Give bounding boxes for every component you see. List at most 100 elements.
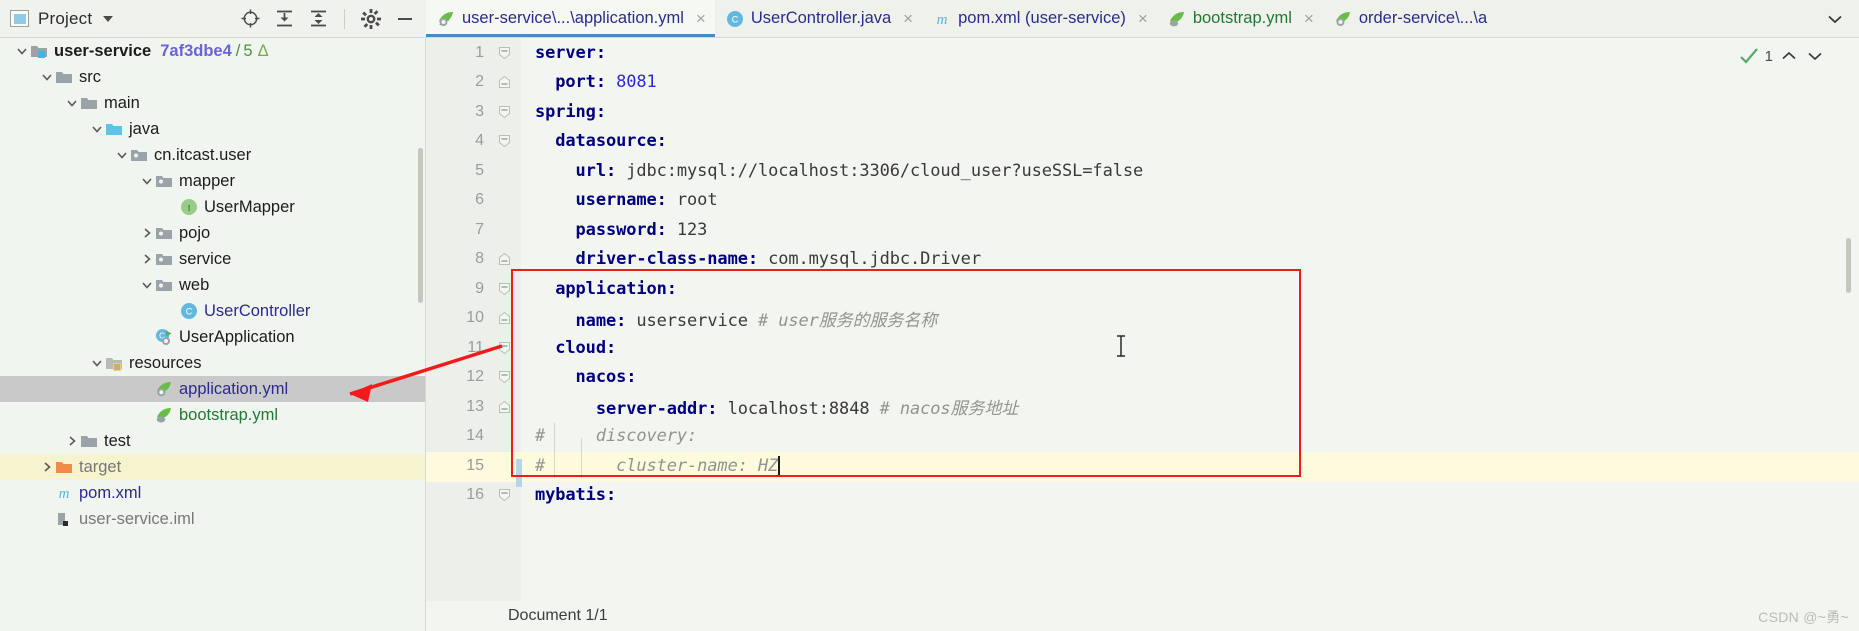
code-line[interactable]: 11 cloud: xyxy=(426,333,1859,363)
fold-collapse-icon[interactable] xyxy=(498,370,511,384)
chevron-up-icon[interactable] xyxy=(1779,46,1799,66)
code-colon: : xyxy=(605,485,617,506)
fold-collapse-icon[interactable] xyxy=(498,46,511,60)
fold-end-icon[interactable] xyxy=(498,311,511,325)
tree-item-label: application.yml xyxy=(179,379,289,398)
fold-end-icon[interactable] xyxy=(498,252,511,266)
code-line[interactable]: 9 application: xyxy=(426,274,1859,304)
close-icon[interactable]: × xyxy=(696,10,706,27)
code-line[interactable]: 5 url: jdbc:mysql://localhost:3306/cloud… xyxy=(426,156,1859,186)
tree-arrow-expanded[interactable] xyxy=(39,69,55,85)
tree-item-main[interactable]: main xyxy=(0,90,425,116)
tree-arrow-expanded[interactable] xyxy=(64,95,80,111)
code-line[interactable]: 12 nacos: xyxy=(426,363,1859,393)
tree-arrow-expanded[interactable] xyxy=(14,43,30,59)
fold-collapse-icon[interactable] xyxy=(498,488,511,502)
tree-item-pojo[interactable]: pojo xyxy=(0,220,425,246)
tree-item-java[interactable]: java xyxy=(0,116,425,142)
tree-item-src[interactable]: src xyxy=(0,64,425,90)
tree-arrow-collapsed[interactable] xyxy=(139,251,155,267)
vcs-delta-icon: Δ xyxy=(257,41,269,60)
editor-tabs: user-service\...\application.yml × C Use… xyxy=(426,0,1859,38)
locate-icon[interactable] xyxy=(235,4,265,34)
editor-scrollbar[interactable] xyxy=(1846,238,1851,293)
code-line[interactable]: 16 mybatis: xyxy=(426,481,1859,511)
code-line[interactable]: 15 # cluster-name: HZ xyxy=(426,451,1859,481)
tree-item-usercontroller[interactable]: C UserController xyxy=(0,298,425,324)
hide-panel-icon[interactable] xyxy=(390,4,420,34)
tree-scrollbar[interactable] xyxy=(418,148,423,303)
tree-item-cn-itcast-user[interactable]: cn.itcast.user xyxy=(0,142,425,168)
module-folder-icon xyxy=(31,46,47,58)
editor-tab-usercontroller-java[interactable]: C UserController.java × xyxy=(715,0,922,37)
fold-end-icon[interactable] xyxy=(498,400,511,414)
tree-arrow-collapsed[interactable] xyxy=(139,225,155,241)
tree-item-label: test xyxy=(104,431,131,450)
settings-gear-icon[interactable] xyxy=(356,4,386,34)
code-line[interactable]: 1 server: xyxy=(426,38,1859,68)
tree-arrow-expanded[interactable] xyxy=(114,147,130,163)
tree-arrow-expanded[interactable] xyxy=(89,355,105,371)
tree-arrow-expanded[interactable] xyxy=(139,173,155,189)
tabs-overflow-button[interactable] xyxy=(1817,0,1853,37)
tree-arrow-expanded[interactable] xyxy=(89,121,105,137)
editor-tab-pom-xml[interactable]: m pom.xml (user-service) × xyxy=(922,0,1157,37)
code-line[interactable]: 2 port: 8081 xyxy=(426,68,1859,98)
editor-tab-label: UserController.java xyxy=(750,9,892,28)
code-line[interactable]: 13 server-addr: localhost:8848 # nacos服务… xyxy=(426,392,1859,422)
tree-item-resources[interactable]: resources xyxy=(0,350,425,376)
tree-arrow-expanded[interactable] xyxy=(139,277,155,293)
code-line[interactable]: 4 datasource: xyxy=(426,127,1859,157)
chevron-down-icon[interactable] xyxy=(103,15,114,22)
tree-item-test[interactable]: test xyxy=(0,428,425,454)
svg-text:C: C xyxy=(186,307,193,317)
code-colon: : xyxy=(707,399,718,420)
main-body: user-service 7af3dbe4/5 Δsrc main java cn.itc… xyxy=(0,38,1859,631)
close-icon[interactable]: × xyxy=(1304,10,1314,27)
chevron-down-icon[interactable] xyxy=(1805,46,1825,66)
code-comment: # cluster-name: HZ xyxy=(535,455,779,476)
tree-item-user-service[interactable]: user-service 7af3dbe4/5 Δ xyxy=(0,38,425,64)
resources-folder-icon xyxy=(106,358,122,371)
code-line[interactable]: 6 username: root xyxy=(426,186,1859,216)
tree-item-user-service-iml[interactable]: user-service.iml xyxy=(0,506,425,532)
editor-tab-bootstrap-yml[interactable]: bootstrap.yml × xyxy=(1157,0,1323,37)
fold-collapse-icon[interactable] xyxy=(498,134,511,148)
code-line[interactable]: 10 name: userservice # user服务的服务名称 xyxy=(426,304,1859,334)
tree-item-target[interactable]: target xyxy=(0,454,425,480)
tree-item-pom-xml[interactable]: m pom.xml xyxy=(0,480,425,506)
tree-item-label: pojo xyxy=(179,223,211,242)
tree-arrow-collapsed[interactable] xyxy=(64,433,80,449)
inspection-widget[interactable]: 1 xyxy=(1739,46,1825,66)
tree-item-web[interactable]: web xyxy=(0,272,425,298)
code-colon: : xyxy=(595,72,606,93)
tree-item-usermapper[interactable]: I UserMapper xyxy=(0,194,425,220)
line-number: 11 xyxy=(467,338,484,356)
editor-tab-order-service-yml[interactable]: order-service\...\a xyxy=(1323,0,1496,37)
code-line[interactable]: 3 spring: xyxy=(426,97,1859,127)
expand-all-icon[interactable] xyxy=(269,4,299,34)
collapse-all-icon[interactable] xyxy=(303,4,333,34)
tree-item-bootstrap-yml[interactable]: bootstrap.yml xyxy=(0,402,425,428)
code-line[interactable]: 8 driver-class-name: com.mysql.jdbc.Driv… xyxy=(426,245,1859,275)
tree-item-mapper[interactable]: mapper xyxy=(0,168,425,194)
tree-arrow-collapsed[interactable] xyxy=(39,459,55,475)
code-line[interactable]: 7 password: 123 xyxy=(426,215,1859,245)
code-lines[interactable]: 1 server: 2 port: 8081 3 spring: 4 datasource… xyxy=(426,38,1859,601)
fold-collapse-icon[interactable] xyxy=(498,341,511,355)
close-icon[interactable]: × xyxy=(1138,10,1148,27)
tree-item-application-yml[interactable]: application.yml xyxy=(0,376,425,402)
code-line[interactable]: 14 # discovery: xyxy=(426,422,1859,452)
tree-arrow-none xyxy=(39,485,55,501)
tree-item-service[interactable]: service xyxy=(0,246,425,272)
fold-end-icon[interactable] xyxy=(498,75,511,89)
svg-text:m: m xyxy=(937,12,948,28)
fold-collapse-icon[interactable] xyxy=(498,282,511,296)
tree-item-userapplication[interactable]: C UserApplication xyxy=(0,324,425,350)
code-colon: : xyxy=(616,310,627,331)
editor-tab-application-yml[interactable]: user-service\...\application.yml × xyxy=(426,0,715,37)
fold-collapse-icon[interactable] xyxy=(498,105,511,119)
close-icon[interactable]: × xyxy=(903,10,913,27)
tree-item-label: main xyxy=(104,93,140,112)
code-colon: : xyxy=(605,160,617,181)
